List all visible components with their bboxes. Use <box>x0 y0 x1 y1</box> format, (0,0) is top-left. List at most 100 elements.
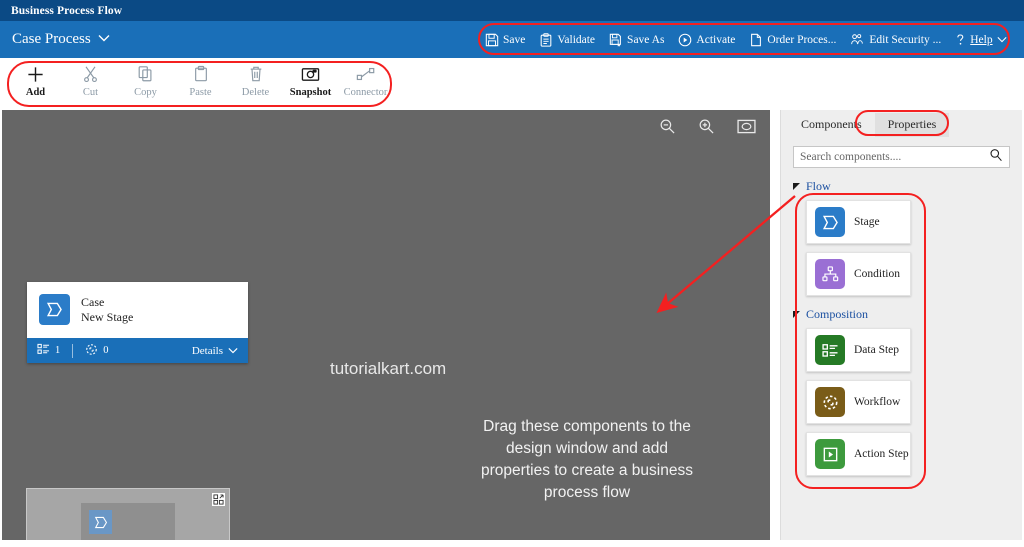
tab-properties[interactable]: Properties <box>875 113 950 137</box>
save-button[interactable]: Save <box>478 29 532 51</box>
minimap-viewport[interactable] <box>81 503 175 540</box>
activate-play-circle-icon <box>678 33 692 47</box>
delete-label: Delete <box>242 87 269 98</box>
save-icon <box>485 33 499 47</box>
title-bar: Business Process Flow <box>0 0 1024 21</box>
data-step-list-icon <box>815 335 845 365</box>
save-label: Save <box>503 34 525 46</box>
save-as-icon <box>609 33 623 47</box>
annotation-text: Drag these components to the design wind… <box>472 416 702 504</box>
workflow-dashed-circle-icon <box>815 387 845 417</box>
composition-component-list: Data Step Workflow Action Step <box>793 328 1010 476</box>
copy-icon <box>137 64 154 84</box>
stage-card[interactable]: Case New Stage 1 0 <box>27 282 248 363</box>
cut-label: Cut <box>83 87 98 98</box>
zoom-controls <box>659 118 756 140</box>
watermark: tutorialkart.com <box>330 359 446 379</box>
business-process-flow-designer: Business Process Flow Case Process Save … <box>0 0 1024 547</box>
triangle-expanded-icon <box>793 311 800 318</box>
zoom-out-icon[interactable] <box>659 118 676 140</box>
panel-content: Flow Stage Condition <box>781 137 1022 476</box>
process-name-label: Case Process <box>12 31 91 48</box>
edit-security-roles-button[interactable]: Edit Security ... <box>843 29 948 51</box>
trash-icon <box>248 64 264 84</box>
component-label-action-step: Action Step <box>854 448 909 460</box>
copy-button[interactable]: Copy <box>118 58 173 104</box>
component-workflow[interactable]: Workflow <box>806 380 911 424</box>
component-action-step[interactable]: Action Step <box>806 432 911 476</box>
search-input[interactable] <box>800 151 989 163</box>
condition-branch-icon <box>815 259 845 289</box>
save-as-button[interactable]: Save As <box>602 29 671 51</box>
component-stage[interactable]: Stage <box>806 200 911 244</box>
flow-component-list: Stage Condition <box>793 200 1010 296</box>
chevron-down-icon <box>228 345 238 357</box>
stage-details-toggle[interactable]: Details <box>192 345 238 357</box>
chevron-down-icon <box>98 34 110 45</box>
validate-button[interactable]: Validate <box>532 29 602 51</box>
help-button[interactable]: Help <box>948 29 1013 51</box>
process-name-dropdown[interactable]: Case Process <box>0 31 110 48</box>
component-label-condition: Condition <box>854 268 900 280</box>
group-name-composition: Composition <box>806 307 868 322</box>
snapshot-button[interactable]: Snapshot <box>283 58 338 104</box>
action-toolbar: Add Cut Copy Paste Delete <box>0 58 1024 108</box>
overflow-menu-button[interactable]: ••• <box>1014 29 1024 51</box>
paste-button[interactable]: Paste <box>173 58 228 104</box>
paste-icon <box>193 64 209 84</box>
stage-icon <box>815 207 845 237</box>
component-label-workflow: Workflow <box>854 396 900 408</box>
data-step-list-icon <box>37 343 50 358</box>
order-process-flow-button[interactable]: Order Proces... <box>742 29 843 51</box>
cut-button[interactable]: Cut <box>63 58 118 104</box>
zoom-in-icon[interactable] <box>698 118 715 140</box>
component-condition[interactable]: Condition <box>806 252 911 296</box>
stage-name: New Stage <box>81 310 133 325</box>
activate-button[interactable]: Activate <box>671 29 742 51</box>
search-icon[interactable] <box>989 148 1003 167</box>
validate-label: Validate <box>557 34 595 46</box>
help-question-icon <box>955 33 966 47</box>
activate-label: Activate <box>696 34 735 46</box>
stage-details-label: Details <box>192 345 223 357</box>
stage-card-text: Case New Stage <box>81 295 133 325</box>
workflow-dashed-circle-icon <box>85 343 98 359</box>
data-steps-count-group[interactable]: 1 <box>37 343 60 358</box>
chevron-down-icon <box>997 36 1007 43</box>
window-title: Business Process Flow <box>0 5 122 17</box>
workflow-count-group[interactable]: 0 <box>85 343 108 359</box>
command-bar: Case Process Save Validate <box>0 21 1024 58</box>
delete-button[interactable]: Delete <box>228 58 283 104</box>
component-label-stage: Stage <box>854 216 880 228</box>
search-components-box[interactable] <box>793 146 1010 168</box>
connector-label: Connector <box>344 87 388 98</box>
data-steps-count: 1 <box>55 345 60 356</box>
triangle-expanded-icon <box>793 183 800 190</box>
stage-card-body: Case New Stage <box>27 282 248 338</box>
minimap[interactable] <box>26 488 230 540</box>
group-header-flow[interactable]: Flow <box>793 179 1010 194</box>
snapshot-label: Snapshot <box>290 87 331 98</box>
fit-to-screen-icon[interactable] <box>737 119 756 139</box>
minimap-stage-icon <box>89 510 112 534</box>
group-header-composition[interactable]: Composition <box>793 307 1010 322</box>
camera-icon <box>301 64 320 84</box>
design-canvas[interactable]: tutorialkart.com Case New Stage 1 <box>2 110 770 540</box>
stage-entity: Case <box>81 295 133 310</box>
paste-label: Paste <box>189 87 211 98</box>
component-label-data-step: Data Step <box>854 344 899 356</box>
edit-security-label: Edit Security ... <box>869 34 941 46</box>
tab-components[interactable]: Components <box>788 113 875 137</box>
component-data-step[interactable]: Data Step <box>806 328 911 372</box>
order-process-page-icon <box>749 33 763 47</box>
validate-clipboard-icon <box>539 33 553 47</box>
components-panel: Components Properties Flow Stag <box>780 110 1022 540</box>
group-name-flow: Flow <box>806 179 831 194</box>
panel-tabs: Components Properties <box>781 110 1022 137</box>
action-step-play-icon <box>815 439 845 469</box>
add-button[interactable]: Add <box>8 58 63 104</box>
expand-minimap-icon[interactable] <box>212 493 225 506</box>
command-bar-actions: Save Validate Save As Activate <box>478 21 1024 58</box>
connector-button[interactable]: Connector <box>338 58 393 104</box>
stage-card-footer: 1 0 Details <box>27 338 248 363</box>
